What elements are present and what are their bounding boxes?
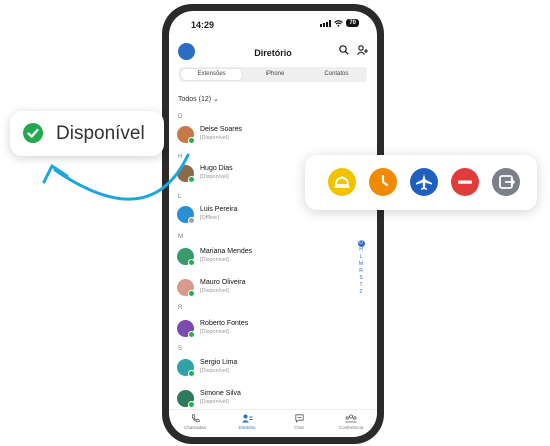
chat-icon: [294, 414, 304, 423]
presence-dot: [188, 401, 195, 408]
phone-icon: [191, 414, 200, 423]
contact-name: Deise Soares: [200, 126, 243, 133]
contact-status: [Disponível]: [200, 329, 229, 335]
available-status-callout: Disponível: [10, 111, 164, 156]
contact-status: [Disponível]: [200, 399, 229, 405]
status-options-palette: [305, 155, 537, 210]
section-letter-l: L: [178, 194, 182, 200]
clock: 14:29: [191, 20, 215, 30]
contact-name: Simone Silva: [200, 390, 241, 397]
signal-icon: [320, 19, 332, 27]
contacts-icon: [241, 414, 252, 423]
chevron-down-icon: ⌄: [213, 96, 219, 103]
logout-icon[interactable]: [492, 168, 520, 196]
contact-row[interactable]: Mariana Mendes [Disponível]: [177, 246, 357, 268]
presence-dot: [188, 176, 195, 183]
index-letter[interactable]: Z: [357, 289, 365, 296]
contact-status: [Disponível]: [200, 135, 229, 141]
contact-name: Sergio Lima: [200, 359, 238, 366]
status-bar: 14:29 70: [169, 11, 377, 37]
directory-segment-control: Extensões iPhone Contatos: [179, 67, 367, 82]
contact-name: Roberto Fontes: [200, 320, 249, 327]
callout-label: Disponível: [56, 123, 145, 144]
section-letter-d: D: [178, 114, 183, 120]
contact-row[interactable]: Simone Silva [Disponível]: [177, 388, 357, 410]
tab-label: Chat: [294, 425, 304, 430]
battery-icon: 70: [346, 19, 359, 27]
app-header: Diretório: [169, 41, 377, 65]
wifi-icon: [334, 19, 344, 27]
contact-status: [Disponível]: [200, 368, 229, 374]
index-letter[interactable]: H: [357, 247, 365, 254]
section-letter-m: M: [178, 234, 183, 240]
presence-dot: [188, 137, 195, 144]
service-bell-icon[interactable]: [328, 168, 356, 196]
check-icon: [23, 123, 43, 143]
alphabet-index[interactable]: D H L M R S T Z: [357, 240, 365, 296]
presence-dot: [188, 217, 195, 224]
tab-label: Conferência: [338, 425, 364, 430]
filter-dropdown[interactable]: Todos (12) ⌄: [178, 95, 219, 103]
presence-dot: [188, 331, 195, 338]
presence-dot: [188, 290, 195, 297]
tab-chamadas[interactable]: Chamadas: [175, 410, 215, 437]
contact-row[interactable]: Roberto Fontes [Disponível]: [177, 318, 357, 340]
tab-chat[interactable]: Chat: [279, 410, 319, 437]
contact-status: [Offline]: [200, 215, 219, 221]
bottom-tab-bar: Chamadas Diretório Chat Conferência: [169, 409, 377, 437]
search-icon[interactable]: [339, 45, 349, 55]
index-letter[interactable]: L: [357, 254, 365, 261]
status-icons: 70: [320, 19, 359, 27]
tab-label: Chamadas: [184, 425, 206, 430]
clock-icon[interactable]: [369, 168, 397, 196]
tab-label: Diretório: [238, 425, 256, 430]
contact-status: [Disponível]: [200, 174, 229, 180]
presence-dot: [188, 370, 195, 377]
index-letter[interactable]: T: [357, 282, 365, 289]
contact-name: Hugo Dias: [200, 165, 233, 172]
presence-dot: [188, 259, 195, 266]
conference-icon: [345, 414, 357, 423]
filter-label: Todos (12): [178, 96, 212, 103]
contact-row[interactable]: Sergio Lima [Disponível]: [177, 357, 357, 379]
contact-status: [Disponível]: [200, 257, 229, 263]
do-not-disturb-icon[interactable]: [451, 168, 479, 196]
section-letter-h: H: [178, 154, 183, 160]
segment-iphone[interactable]: iPhone: [244, 67, 305, 82]
airplane-icon[interactable]: [410, 168, 438, 196]
segment-extensoes[interactable]: Extensões: [181, 69, 243, 80]
section-letter-r: R: [178, 305, 183, 311]
contact-name: Mauro Oliveira: [200, 279, 246, 286]
contact-name: Mariana Mendes: [200, 248, 253, 255]
phone-screen: 14:29 70 Diretório Extensões iPhone Cont…: [169, 11, 377, 437]
contact-status: [Disponível]: [200, 288, 229, 294]
index-letter[interactable]: D: [357, 240, 365, 247]
index-letter[interactable]: R: [357, 268, 365, 275]
phone-frame: 14:29 70 Diretório Extensões iPhone Cont…: [162, 4, 384, 444]
index-letter[interactable]: M: [357, 261, 365, 268]
contact-name: Luis Pereira: [200, 206, 238, 213]
contact-row[interactable]: Deise Soares [Disponível]: [177, 124, 357, 146]
segment-contatos[interactable]: Contatos: [306, 67, 367, 82]
index-letter[interactable]: S: [357, 275, 365, 282]
add-contact-icon[interactable]: [357, 45, 368, 55]
section-letter-s: S: [178, 346, 183, 352]
contact-row[interactable]: Mauro Oliveira [Disponível]: [177, 277, 357, 299]
tab-conferencia[interactable]: Conferência: [331, 410, 371, 437]
tab-diretorio[interactable]: Diretório: [227, 410, 267, 437]
